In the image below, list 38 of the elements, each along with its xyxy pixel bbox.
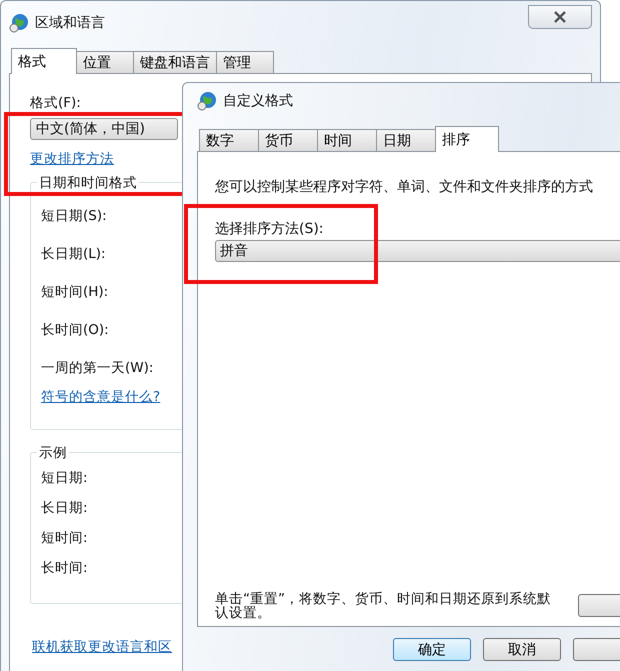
close-button[interactable] xyxy=(528,5,592,29)
sort-method-label: 选择排序方法(S): xyxy=(215,220,325,238)
tab[interactable]: 时间 xyxy=(317,129,377,151)
reset-button[interactable] xyxy=(578,594,620,617)
tab[interactable]: 货币 xyxy=(258,129,318,151)
group-title: 日期和时间格式 xyxy=(37,174,139,192)
tab[interactable]: 管理 xyxy=(216,51,274,73)
field-label: 长时间(O): xyxy=(41,321,109,340)
tab[interactable]: 日期 xyxy=(376,129,436,151)
tab[interactable]: 键盘和语言 xyxy=(133,51,217,73)
reset-note: 单击“重置”，将数字、货币、时间和日期还原到系统默认设置。 xyxy=(215,592,552,620)
tab[interactable]: 位置 xyxy=(76,51,134,73)
format-label: 格式(F): xyxy=(30,94,81,112)
tab[interactable]: 格式 xyxy=(11,48,77,74)
symbols-link[interactable]: 符号的含意是什么? xyxy=(41,388,160,406)
online-link[interactable]: 联机获取更改语言和区 xyxy=(32,638,172,656)
tab[interactable]: 排序 xyxy=(435,126,499,152)
close-icon xyxy=(553,11,567,23)
change-sort-link[interactable]: 更改排序方法 xyxy=(30,150,114,168)
dialog-button[interactable]: 取消 xyxy=(483,638,561,661)
dialog-button[interactable]: 确定 xyxy=(393,638,471,661)
field-label: 短时间(H): xyxy=(41,283,108,302)
globe-icon xyxy=(197,91,217,111)
field-label: 短时间: xyxy=(41,529,88,548)
field-label: 长日期: xyxy=(41,499,88,518)
tab[interactable]: 数字 xyxy=(199,129,259,151)
field-label: 一周的第一天(W): xyxy=(41,359,154,378)
field-label: 短日期: xyxy=(41,469,88,488)
globe-icon xyxy=(9,13,29,33)
description-text: 您可以控制某些程序对字符、单词、文件和文件夹排序的方式 xyxy=(215,178,594,196)
group-title: 示例 xyxy=(37,444,69,462)
dialog-title: 自定义格式 xyxy=(223,92,293,110)
field-label: 短日期(S): xyxy=(41,207,107,226)
field-label: 长时间: xyxy=(41,559,88,578)
sort-method-dropdown[interactable]: 拼音 xyxy=(215,240,620,262)
format-dropdown[interactable]: 中文(简体，中国) xyxy=(30,118,178,140)
field-label: 长日期(L): xyxy=(41,245,106,264)
window-title: 区域和语言 xyxy=(35,14,105,32)
